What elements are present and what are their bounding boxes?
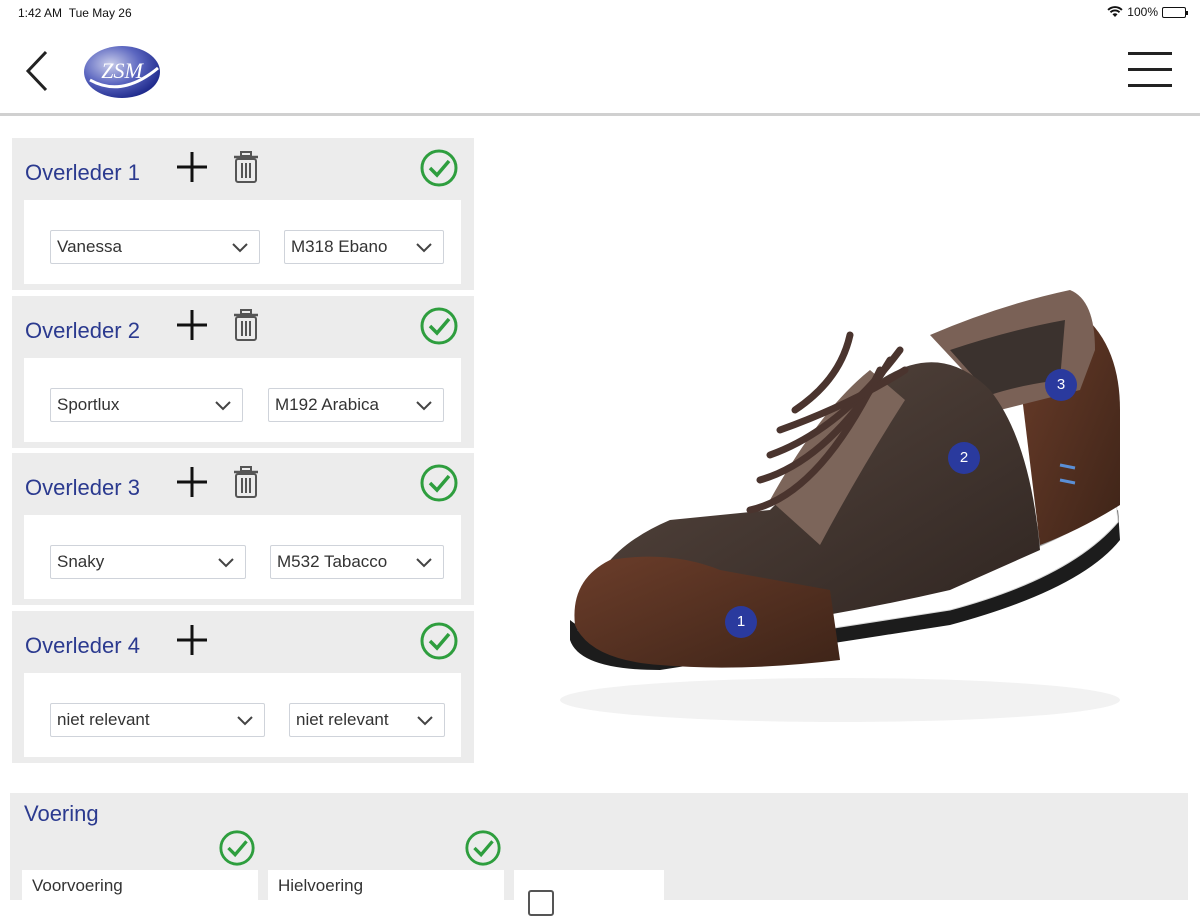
check-circle-icon	[420, 307, 458, 345]
voorvoering-card[interactable]: Voorvoering	[22, 870, 258, 910]
check-circle-icon	[219, 830, 255, 866]
overleder-panel-4: Overleder 4 niet relevant niet relevant	[12, 611, 474, 763]
status-bar: 1:42 AM Tue May 26 100%	[0, 0, 1200, 26]
zsm-logo: ZSM	[84, 46, 160, 98]
color-select[interactable]: M532 Tabacco	[270, 545, 444, 579]
svg-text:ZSM: ZSM	[101, 58, 144, 83]
overleder-panel-3: Overleder 3 Snaky M532 Tabacco	[12, 453, 474, 605]
color-select[interactable]: niet relevant	[289, 703, 445, 737]
voorvoering-label: Voorvoering	[32, 876, 123, 895]
material-select-value: Sportlux	[57, 395, 120, 414]
check-circle-icon	[420, 149, 458, 187]
add-plus-icon[interactable]	[175, 150, 209, 184]
shoe-marker[interactable]: 1	[725, 606, 757, 638]
shoe-marker[interactable]: 2	[948, 442, 980, 474]
color-select-value: M192 Arabica	[275, 395, 379, 414]
color-select-value: M532 Tabacco	[277, 552, 388, 571]
material-select[interactable]: niet relevant	[50, 703, 265, 737]
chevron-down-icon	[416, 243, 432, 253]
chevron-down-icon	[232, 243, 248, 253]
chevron-down-icon	[416, 401, 432, 411]
panel-select-box: niet relevant niet relevant	[24, 673, 461, 757]
color-select[interactable]: M318 Ebano	[284, 230, 444, 264]
panel-select-box: Snaky M532 Tabacco	[24, 515, 461, 599]
shoe-image: 1 2 3	[520, 260, 1160, 740]
delete-trash-icon[interactable]	[232, 308, 260, 342]
battery-icon	[1162, 6, 1188, 18]
voering-title: Voering	[24, 801, 99, 826]
chevron-down-icon	[218, 558, 234, 568]
check-circle-icon	[420, 464, 458, 502]
check-circle-icon	[420, 622, 458, 660]
delete-trash-icon[interactable]	[232, 150, 260, 184]
material-select-value: niet relevant	[57, 710, 150, 729]
add-plus-icon[interactable]	[175, 623, 209, 657]
panel-select-box: Sportlux M192 Arabica	[24, 358, 461, 442]
status-time: 1:42 AM Tue May 26	[18, 6, 132, 20]
voering-section: Voering Voorvoering Hielvoering	[10, 793, 1188, 916]
hamburger-menu-icon[interactable]	[1128, 52, 1172, 88]
shoe-marker[interactable]: 3	[1045, 369, 1077, 401]
battery-percent: 100%	[1127, 5, 1158, 19]
delete-trash-icon[interactable]	[232, 465, 260, 499]
panel-title: Overleder 1	[25, 160, 140, 185]
add-plus-icon[interactable]	[175, 465, 209, 499]
panel-select-box: Vanessa M318 Ebano	[24, 200, 461, 284]
shoe-illustration	[560, 290, 1120, 722]
check-circle-icon	[465, 830, 501, 866]
material-select-value: Vanessa	[57, 237, 122, 256]
back-chevron-icon[interactable]	[22, 48, 52, 94]
hielvoering-card[interactable]: Hielvoering	[268, 870, 504, 910]
chevron-down-icon	[416, 558, 432, 568]
overleder-panel-1: Overleder 1 Vanessa M318 Ebano	[12, 138, 474, 290]
hielvoering-label: Hielvoering	[278, 876, 364, 895]
color-select-value: niet relevant	[296, 710, 389, 729]
material-select-value: Snaky	[57, 552, 105, 571]
status-right: 100%	[1107, 5, 1188, 19]
overleder-panel-2: Overleder 2 Sportlux M192 Arabica	[12, 296, 474, 448]
chevron-down-icon	[237, 716, 253, 726]
material-select[interactable]: Snaky	[50, 545, 246, 579]
app-header: ZSM	[0, 26, 1200, 116]
panel-title: Overleder 2	[25, 318, 140, 343]
color-select[interactable]: M192 Arabica	[268, 388, 444, 422]
material-select[interactable]: Sportlux	[50, 388, 243, 422]
chevron-down-icon	[417, 716, 433, 726]
color-select-value: M318 Ebano	[291, 237, 388, 256]
panel-title: Overleder 4	[25, 633, 140, 658]
add-plus-icon[interactable]	[175, 308, 209, 342]
panel-title: Overleder 3	[25, 475, 140, 500]
material-select[interactable]: Vanessa	[50, 230, 260, 264]
wifi-icon	[1107, 6, 1123, 17]
chevron-down-icon	[215, 401, 231, 411]
checkbox[interactable]	[528, 890, 554, 916]
voering-option-card[interactable]	[514, 870, 664, 916]
